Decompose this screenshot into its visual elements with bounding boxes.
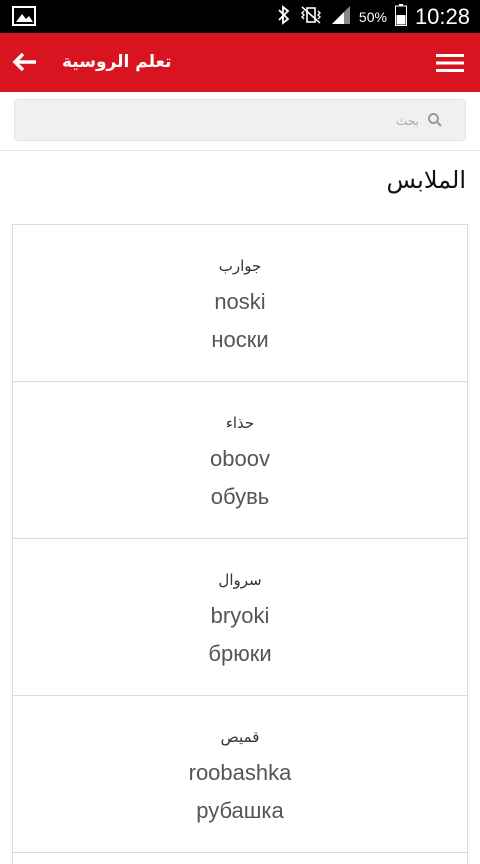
app-title: تعلم الروسية xyxy=(62,52,172,72)
search-box[interactable] xyxy=(14,99,466,141)
arabic-word: جوارب xyxy=(218,257,262,275)
transliteration: bryoki xyxy=(210,603,270,628)
search-input[interactable] xyxy=(57,109,421,133)
arrow-left-icon xyxy=(12,52,36,72)
arabic-word: سروال xyxy=(218,571,262,589)
battery-percent: 50% xyxy=(358,8,387,25)
arabic-word: حذاء xyxy=(225,414,255,432)
russian-word: брюки xyxy=(208,641,272,666)
status-bar: 50% 10:28 xyxy=(0,0,480,33)
russian-word: обувь xyxy=(210,484,270,509)
phrase-list: جوارب noski носки حذاء oboov обувь سروال… xyxy=(12,224,468,864)
list-item[interactable]: قميص roobashka рубашка xyxy=(13,696,467,853)
arabic-word: قميص xyxy=(220,728,260,746)
status-icons: 50% 10:28 xyxy=(277,0,470,33)
transliteration: oboov xyxy=(210,446,270,471)
app-bar: تعلم الروسية xyxy=(0,33,480,92)
hamburger-menu-icon xyxy=(436,54,464,72)
gallery-notification-icon xyxy=(12,6,36,26)
russian-word: рубашка xyxy=(196,798,284,823)
search-icon xyxy=(428,113,442,127)
transliteration: noski xyxy=(214,289,266,314)
battery-icon xyxy=(394,3,407,30)
section-title: الملابس xyxy=(386,166,466,194)
clock: 10:28 xyxy=(414,3,470,29)
list-item[interactable]: حذاء oboov обувь xyxy=(13,382,467,539)
list-item[interactable]: سروال bryoki брюки xyxy=(13,539,467,696)
menu-button[interactable] xyxy=(434,47,466,79)
bluetooth-icon xyxy=(277,4,291,29)
list-item[interactable]: جوارب noski носки xyxy=(13,225,467,382)
back-button[interactable] xyxy=(8,45,42,79)
russian-word: носки xyxy=(211,327,269,352)
signal-icon xyxy=(331,5,351,29)
search-bar xyxy=(0,92,480,151)
vibrate-mute-icon xyxy=(299,5,323,29)
transliteration: roobashka xyxy=(188,760,292,785)
